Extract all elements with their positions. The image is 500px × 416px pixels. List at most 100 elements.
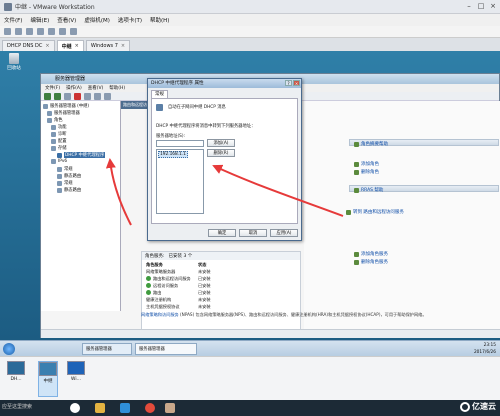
menu-file[interactable]: 文件(F) bbox=[4, 16, 22, 24]
tab-close-icon[interactable]: × bbox=[121, 43, 125, 49]
maximize-icon[interactable]: □ bbox=[476, 2, 486, 11]
status-bar bbox=[41, 329, 500, 338]
minimize-icon[interactable]: – bbox=[464, 2, 474, 11]
up-icon[interactable] bbox=[64, 92, 71, 100]
back-icon[interactable] bbox=[44, 92, 51, 100]
tree-item-root[interactable]: 服务器管理器 (中继) bbox=[43, 103, 89, 109]
tree-item-server-manager[interactable]: 服务器管理器 bbox=[47, 110, 80, 116]
tree-item-features[interactable]: 功能 bbox=[51, 124, 67, 130]
power-icon[interactable] bbox=[4, 28, 11, 35]
thumb-relay[interactable]: 中继 bbox=[38, 361, 58, 397]
folder-icon bbox=[57, 187, 62, 193]
manage-snapshot-icon[interactable] bbox=[37, 28, 44, 35]
link-role-summary-help[interactable]: 角色摘要帮助 bbox=[354, 141, 388, 147]
tab-windows-7[interactable]: Windows 7 × bbox=[85, 40, 131, 51]
sm-menu-view[interactable]: 查看(V) bbox=[88, 85, 104, 91]
cancel-button[interactable]: 取消 bbox=[239, 229, 267, 237]
remove-button[interactable]: 删除(R) bbox=[207, 149, 235, 157]
link-add-role-services[interactable]: 添加角色服务 bbox=[354, 251, 388, 257]
forward-icon[interactable] bbox=[54, 92, 61, 100]
revert-icon[interactable] bbox=[26, 28, 33, 35]
vmware-title-bar: 中继 - VMware Workstation – □ × bbox=[0, 0, 500, 14]
dialog-help-icon[interactable]: ? bbox=[285, 80, 292, 86]
recycle-bin-icon bbox=[9, 53, 19, 64]
server-address-label: 服务器地址(S): bbox=[156, 134, 186, 139]
server-address-input[interactable] bbox=[156, 140, 204, 147]
tab-dhcp-dns-dc[interactable]: DHCP DNS DC × bbox=[2, 40, 55, 51]
menu-help[interactable]: 帮助(H) bbox=[150, 16, 169, 24]
tree-item-general-2[interactable]: 常规 bbox=[57, 180, 73, 186]
menu-view[interactable]: 查看(V) bbox=[57, 16, 76, 24]
role-services-header: 角色服务: 已安装 3 个 bbox=[142, 252, 300, 260]
description-text: (NPAS) 包含网络策略服务器(NPS)、路由和远程访问服务、健康注册机构(H… bbox=[180, 312, 427, 317]
window-title: 中继 - VMware Workstation bbox=[15, 4, 95, 11]
tree-item-static-routes-2[interactable]: 静态路由 bbox=[57, 187, 81, 193]
tab-close-icon[interactable]: × bbox=[75, 43, 79, 49]
tab-label: DHCP DNS DC bbox=[7, 43, 43, 49]
sm-menu-file[interactable]: 文件(F) bbox=[45, 85, 60, 91]
task-view-icon[interactable] bbox=[70, 403, 80, 413]
tab-relay[interactable]: 中继 × bbox=[56, 40, 84, 51]
vmware-logo-icon bbox=[4, 2, 12, 11]
sm-menu-help[interactable]: 帮助(H) bbox=[109, 85, 125, 91]
tree-item-dhcp-relay[interactable]: DHCP 中继代理程序 bbox=[57, 152, 106, 158]
delete-icon[interactable] bbox=[74, 92, 81, 100]
ok-button[interactable]: 确定 bbox=[208, 229, 236, 237]
table-row: 健康注册机构 未安装 bbox=[146, 297, 211, 302]
unity-icon[interactable] bbox=[59, 28, 66, 35]
vmware-menu-bar: 文件(F) 编辑(E) 查看(V) 虚拟机(M) 选项卡(T) 帮助(H) bbox=[0, 14, 500, 26]
link-remove-roles[interactable]: 删除角色 bbox=[354, 169, 379, 175]
table-row: 远程访问服务 已安装 bbox=[146, 283, 211, 289]
npas-link[interactable]: 网络策略和访问服务 bbox=[141, 312, 179, 317]
add-button[interactable]: 添加(A) bbox=[207, 139, 235, 147]
tree-item-roles[interactable]: 角色 bbox=[47, 117, 63, 123]
fullscreen-icon[interactable] bbox=[48, 28, 55, 35]
add-icon bbox=[354, 251, 359, 257]
thumb-dhcp[interactable]: DH... bbox=[6, 361, 26, 397]
taskbar-item-server-manager-2[interactable]: 服务器管理器 bbox=[135, 343, 197, 355]
tab-close-icon[interactable]: × bbox=[45, 43, 49, 49]
properties-icon[interactable] bbox=[84, 92, 91, 100]
list-item[interactable]: 192.168.1.1 bbox=[158, 151, 188, 158]
taskbar-item-server-manager[interactable]: 服务器管理器 bbox=[82, 343, 132, 355]
link-goto-rras[interactable]: 转到 路由和远程访问服务 bbox=[346, 209, 404, 215]
folder-icon bbox=[57, 173, 62, 179]
thumb-windows-7[interactable]: Wi... bbox=[66, 361, 86, 397]
file-explorer-icon[interactable] bbox=[95, 403, 105, 413]
apply-button[interactable]: 应用(A) bbox=[270, 229, 298, 237]
link-rras-help[interactable]: RRAS 帮助 bbox=[354, 187, 383, 193]
table-row: 主机凭据授权协议 未安装 bbox=[146, 304, 211, 309]
vmware-icon[interactable] bbox=[120, 403, 130, 413]
tree-item-diagnostics[interactable]: 诊断 bbox=[51, 131, 67, 137]
link-add-roles[interactable]: 添加角色 bbox=[354, 161, 379, 167]
action-pane: 角色摘要帮助 添加角色 删除角色 RRAS 帮助 转到 路由和远程访问服务 添加… bbox=[304, 101, 500, 337]
start-button[interactable] bbox=[3, 343, 15, 355]
snapshot-icon[interactable] bbox=[15, 28, 22, 35]
tree-item-config[interactable]: 配置 bbox=[51, 138, 67, 144]
vmware-toolbar bbox=[0, 26, 500, 38]
close-icon[interactable]: × bbox=[488, 2, 498, 11]
role-services-panel: 角色服务: 已安装 3 个 角色服务 状态 网络策略服务器 未安装 路由和远程访问服… bbox=[141, 251, 301, 331]
recycle-bin[interactable]: 回收站 bbox=[6, 53, 22, 71]
browser-icon[interactable] bbox=[145, 403, 155, 413]
server-address-list[interactable]: 192.168.1.1 bbox=[156, 149, 204, 214]
tree-item-ipv6[interactable]: IPv6 bbox=[51, 159, 67, 164]
remove-icon bbox=[354, 259, 359, 265]
menu-tabs[interactable]: 选项卡(T) bbox=[118, 16, 142, 24]
tree-item-static-routes[interactable]: 静态路由 bbox=[57, 173, 81, 179]
folder-icon bbox=[51, 159, 56, 164]
refresh-icon[interactable] bbox=[94, 92, 101, 100]
dialog-close-icon[interactable]: × bbox=[293, 80, 300, 86]
console-icon[interactable] bbox=[70, 28, 77, 35]
link-remove-role-services[interactable]: 删除角色服务 bbox=[354, 259, 388, 265]
tab-general[interactable]: 常规 bbox=[151, 90, 168, 98]
sm-menu-action[interactable]: 操作(A) bbox=[66, 85, 82, 91]
menu-edit[interactable]: 编辑(E) bbox=[30, 16, 49, 24]
relay-icon bbox=[156, 104, 163, 111]
menu-vm[interactable]: 虚拟机(M) bbox=[84, 16, 110, 24]
search-box[interactable]: 应至这里搜索 bbox=[2, 403, 32, 410]
tree-item-general[interactable]: 常规 bbox=[57, 166, 73, 172]
help-icon[interactable] bbox=[104, 92, 111, 100]
tree-item-storage[interactable]: 存储 bbox=[51, 145, 67, 151]
user-app-icon[interactable] bbox=[165, 403, 175, 413]
